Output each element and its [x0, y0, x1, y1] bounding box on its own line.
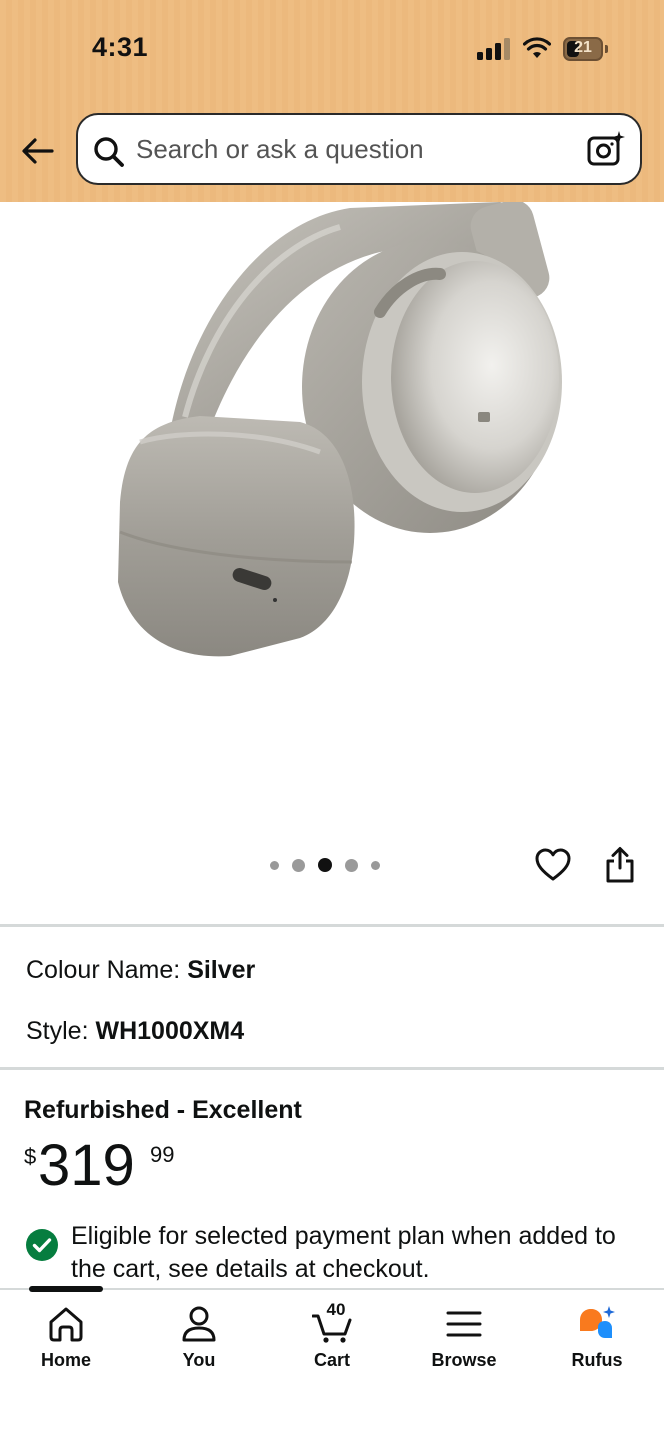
section-divider	[0, 924, 664, 927]
payment-plan-eligibility: Eligible for selected payment plan when …	[71, 1222, 616, 1283]
colour-variation[interactable]: Colour Name: Silver	[26, 956, 255, 985]
headphones-image	[118, 202, 562, 657]
cart-count-badge: 40	[326, 1300, 346, 1319]
search-bar[interactable]	[76, 113, 642, 185]
section-divider	[0, 1067, 664, 1070]
app-header: 4:31 21	[0, 0, 664, 202]
carousel-dot[interactable]	[371, 860, 380, 870]
cellular-signal-icon	[477, 38, 510, 60]
carousel-dot-active[interactable]	[318, 858, 332, 872]
carousel-dot[interactable]	[292, 858, 305, 872]
rufus-icon	[580, 1306, 615, 1338]
nav-rufus[interactable]: Rufus	[547, 1300, 647, 1380]
price-symbol: $	[24, 1144, 37, 1169]
wifi-icon	[523, 37, 551, 58]
colour-value: Silver	[187, 956, 256, 984]
battery-icon: 21	[563, 37, 609, 61]
menu-icon	[446, 1311, 482, 1337]
style-variation[interactable]: Style: WH1000XM4	[26, 1017, 244, 1046]
price-whole: 319	[38, 1133, 135, 1198]
search-input[interactable]	[136, 129, 566, 169]
nav-browse-label: Browse	[431, 1350, 497, 1370]
check-circle-icon	[26, 1229, 58, 1261]
search-icon	[94, 137, 124, 167]
style-label: Style:	[26, 1017, 89, 1045]
nav-you[interactable]: You	[149, 1300, 249, 1380]
nav-browse[interactable]: Browse	[414, 1300, 514, 1380]
nav-home[interactable]: Home	[16, 1300, 116, 1380]
style-value: WH1000XM4	[95, 1017, 245, 1045]
status-time: 4:31	[92, 32, 149, 62]
camera-search-icon[interactable]	[586, 129, 626, 169]
nav-you-label: You	[182, 1350, 216, 1370]
nav-cart[interactable]: 40 Cart	[282, 1300, 382, 1380]
price-fraction: 99	[150, 1142, 175, 1167]
colour-label: Colour Name:	[26, 956, 181, 984]
status-bar: 4:31 21	[0, 0, 664, 100]
back-arrow-icon[interactable]	[20, 133, 56, 169]
battery-level: 21	[574, 39, 592, 56]
product-image[interactable]	[0, 202, 664, 842]
nav-rufus-label: Rufus	[571, 1350, 623, 1370]
carousel-dot[interactable]	[345, 858, 358, 872]
carousel-dot[interactable]	[270, 860, 279, 870]
nav-cart-label: Cart	[313, 1350, 350, 1370]
image-carousel-indicator[interactable]	[270, 856, 380, 874]
nav-home-label: Home	[40, 1350, 91, 1370]
share-icon[interactable]	[604, 846, 636, 884]
home-icon	[49, 1307, 83, 1342]
active-tab-indicator	[29, 1286, 103, 1292]
user-icon	[182, 1306, 216, 1342]
condition-label: Refurbished - Excellent	[24, 1096, 302, 1124]
wishlist-heart-icon[interactable]	[534, 847, 572, 883]
